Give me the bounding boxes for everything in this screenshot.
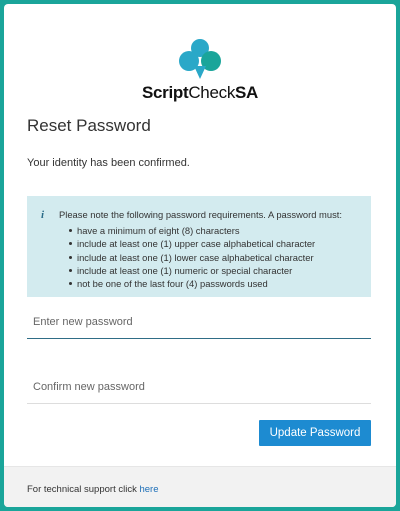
support-text: For technical support click [27,484,140,495]
footer: For technical support click here [4,466,396,507]
requirement-item: include at least one (1) lower case alph… [68,251,314,263]
requirements-intro: Please note the following password requi… [59,209,342,220]
brand-name-part3: SA [235,83,259,102]
brand-name: ScriptCheckSA [4,83,396,103]
requirement-item: include at least one (1) upper case alph… [68,238,316,250]
confirm-password-field [27,370,371,404]
requirements-list: have a minimum of eight (8) characters i… [68,224,316,290]
confirm-password-input[interactable] [27,370,371,403]
reset-password-card: ScriptCheckSA Reset Password Your identi… [4,4,396,507]
three-lobed-logo-icon [179,39,221,79]
support-link[interactable]: here [139,484,158,495]
password-requirements-box: i Please note the following password req… [27,196,371,297]
requirement-item: have a minimum of eight (8) characters [68,224,315,237]
new-password-field [27,305,371,339]
page-title: Reset Password [27,116,151,135]
brand-logo: ScriptCheckSA [4,38,396,103]
identity-confirmed-message: Your identity has been confirmed. [27,157,190,169]
brand-name-part1: Script [141,83,189,102]
brand-name-part2: Check [188,83,236,102]
new-password-input[interactable] [27,305,371,338]
update-password-button[interactable]: Update Password [259,420,371,446]
requirement-item: include at least one (1) numeric or spec… [68,264,315,277]
info-icon: i [41,209,45,221]
requirement-item: not be one of the last four (4) password… [68,277,315,290]
